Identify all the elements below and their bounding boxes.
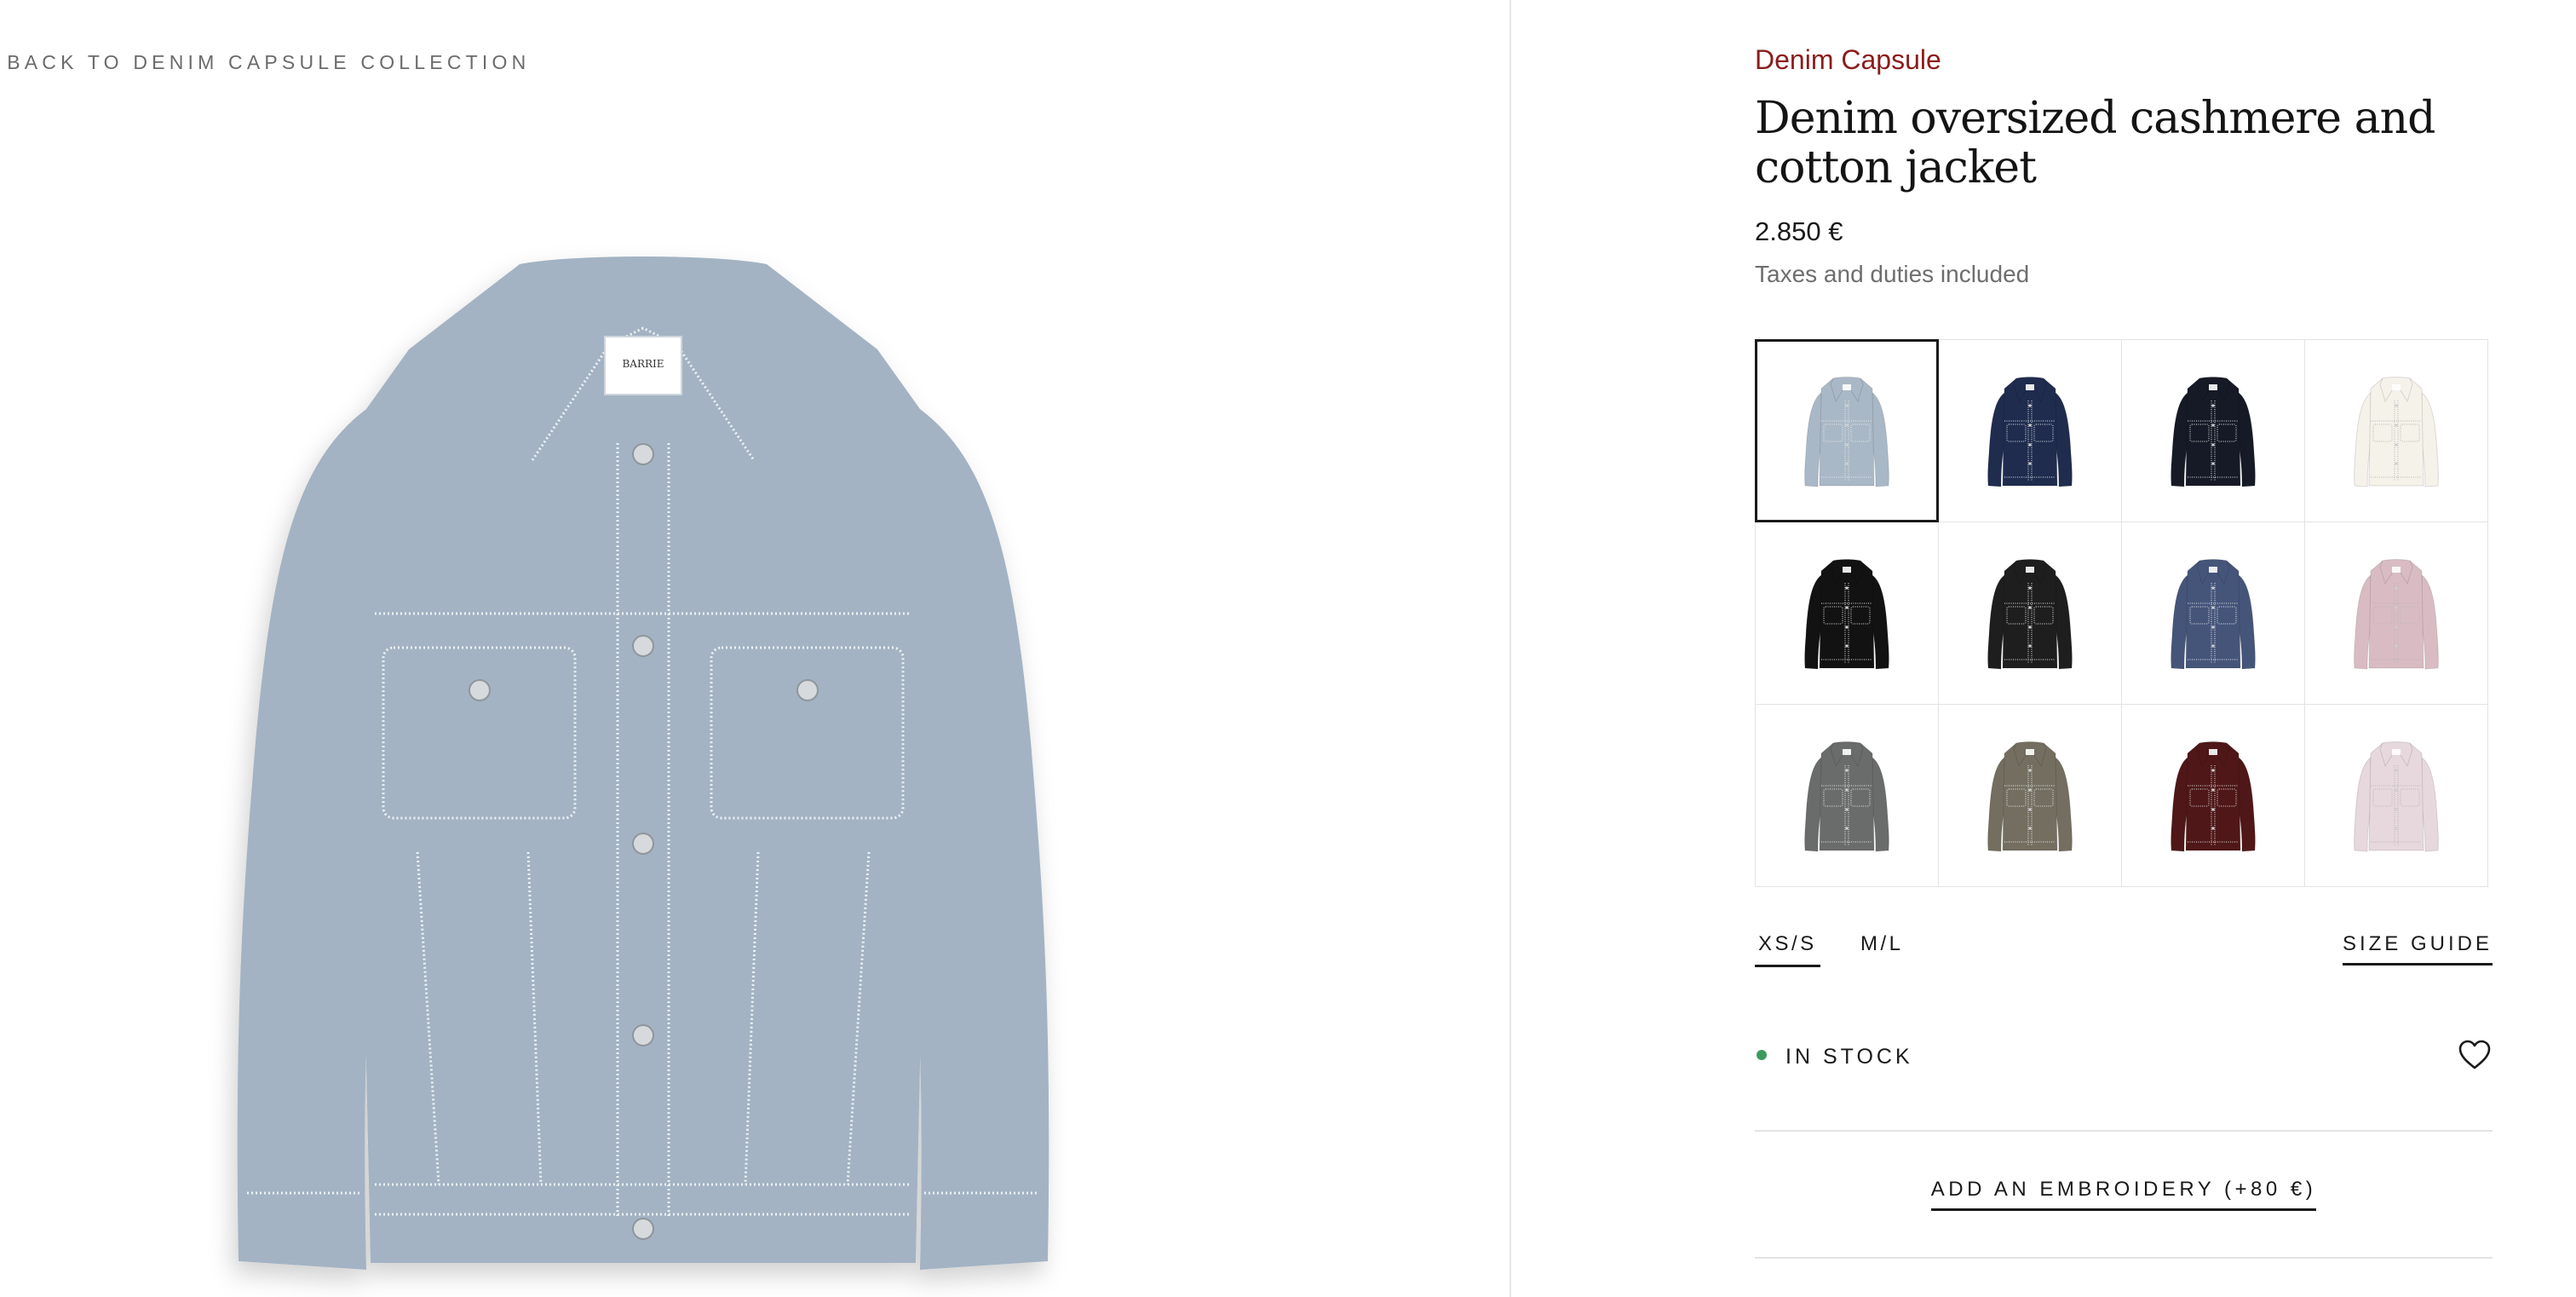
color-variant-grid <box>1755 339 2488 888</box>
jacket-thumbnail <box>1987 376 2073 487</box>
product-gallery: < BACK TO DENIM CAPSULE COLLECTION BARRI… <box>0 0 1509 1297</box>
color-swatch[interactable] <box>2121 339 2305 522</box>
stock-label: IN STOCK <box>1785 1045 1913 1069</box>
product-title: Denim oversized cashmere and cotton jack… <box>1755 93 2435 193</box>
jacket-thumbnail <box>1804 558 1889 670</box>
brand-label-text: BARRIE <box>622 358 664 370</box>
separator-bottom <box>1755 1257 2493 1259</box>
color-swatch[interactable] <box>2304 339 2488 522</box>
jacket-thumbnail <box>2171 558 2256 670</box>
jacket-illustration <box>237 257 1049 1270</box>
back-to-collection-link[interactable]: < BACK TO DENIM CAPSULE COLLECTION <box>0 51 530 74</box>
size-guide-link[interactable]: SIZE GUIDE <box>2342 929 2493 966</box>
size-option-m-l[interactable]: M/L <box>1857 929 1907 965</box>
jacket-thumbnail <box>2354 558 2439 670</box>
color-swatch[interactable] <box>2304 522 2488 705</box>
separator-top <box>1755 1130 2493 1132</box>
color-swatch[interactable] <box>1755 704 1939 887</box>
product-price: 2.850 € <box>1755 216 1843 246</box>
product-details: Denim Capsule Denim oversized cashmere a… <box>1755 0 2496 1297</box>
color-swatch[interactable] <box>1755 339 1939 522</box>
panel-divider <box>1509 0 1511 1297</box>
jacket-thumbnail <box>1987 558 2073 670</box>
jacket-thumbnail <box>2354 376 2439 487</box>
jacket-thumbnail <box>2171 741 2256 852</box>
taxes-note: Taxes and duties included <box>1755 261 2030 287</box>
stock-indicator-dot <box>1757 1050 1767 1060</box>
product-hero-image: BARRIE <box>237 257 1049 1270</box>
size-selector: XS/S M/L SIZE GUIDE <box>1755 929 2493 971</box>
jacket-thumbnail <box>2171 376 2256 487</box>
add-embroidery-button[interactable]: ADD AN EMBROIDERY (+80 €) <box>1930 1178 2317 1211</box>
jacket-thumbnail <box>1804 741 1889 852</box>
stock-status: IN STOCK <box>1755 1038 2493 1075</box>
collection-link[interactable]: Denim Capsule <box>1755 44 1941 76</box>
color-swatch[interactable] <box>2304 704 2488 887</box>
color-swatch[interactable] <box>1938 704 2122 887</box>
color-swatch[interactable] <box>1938 339 2122 522</box>
color-swatch[interactable] <box>2121 704 2305 887</box>
jacket-thumbnail <box>2354 741 2439 852</box>
product-page: < BACK TO DENIM CAPSULE COLLECTION BARRI… <box>0 0 2576 1297</box>
jacket-thumbnail <box>1804 376 1889 487</box>
size-option-xs-s[interactable]: XS/S <box>1755 929 1820 967</box>
color-swatch[interactable] <box>2121 522 2305 705</box>
color-swatch[interactable] <box>1755 522 1939 705</box>
heart-outline-icon[interactable] <box>2457 1038 2493 1072</box>
embroidery-action: ADD AN EMBROIDERY (+80 €) <box>1755 1178 2493 1211</box>
jacket-thumbnail <box>1987 741 2073 852</box>
color-swatch[interactable] <box>1938 522 2122 705</box>
